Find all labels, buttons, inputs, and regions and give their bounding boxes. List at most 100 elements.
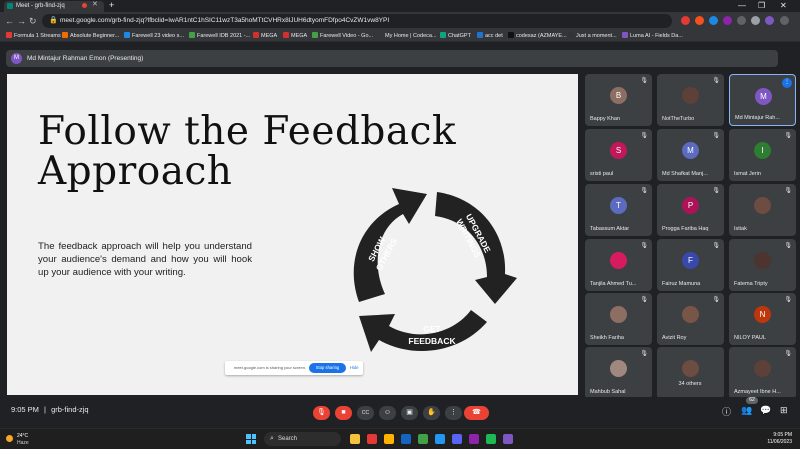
tile-options-icon[interactable]: ⋮ xyxy=(782,78,792,88)
participant-tile[interactable]: M ⋮ Md Mintajur Rah... xyxy=(729,74,796,126)
sidebar-icon[interactable] xyxy=(751,16,760,25)
taskbar-app-icon[interactable] xyxy=(452,434,462,444)
url-text[interactable]: meet.google.com/grb-find-zjq?lfbclid=IwA… xyxy=(60,14,660,28)
people-icon[interactable]: 👥 xyxy=(741,405,752,416)
participant-tile[interactable]: M 🎙 Md Shafkat Manj... xyxy=(657,129,724,181)
bookmark-item[interactable]: MEGA xyxy=(253,30,277,42)
participant-tile[interactable]: 🎙 Avizit Roy xyxy=(657,293,724,345)
windows-start-icon[interactable] xyxy=(246,434,256,444)
bookmark-item[interactable]: MEGA xyxy=(283,30,307,42)
participant-tile[interactable]: 🎙 NotTheTurbo xyxy=(657,74,724,126)
extensions-puzzle-icon[interactable] xyxy=(737,16,746,25)
mic-muted-icon: 🎙 xyxy=(640,133,648,139)
participant-tile[interactable]: 🎙 Mahbub Sahal xyxy=(585,347,652,399)
bookmark-item[interactable]: Farewell IDB 2021 -... xyxy=(189,30,250,42)
participant-name: Progga Fariba Haq xyxy=(662,226,709,232)
taskbar-app-icon[interactable] xyxy=(384,434,394,444)
system-clock[interactable]: 9:05 PM 11/06/2023 xyxy=(767,432,792,446)
participant-tile[interactable]: P 🎙 Progga Fariba Haq xyxy=(657,184,724,236)
participant-avatar: S xyxy=(610,142,627,159)
minimize-button[interactable]: — xyxy=(738,0,746,11)
mic-muted-icon: 🎙 xyxy=(640,78,648,84)
extension-icon[interactable] xyxy=(681,16,690,25)
browser-menu-icon[interactable] xyxy=(780,16,789,25)
meet-favicon-icon xyxy=(7,3,13,9)
mic-toggle-button[interactable]: 🎙 xyxy=(313,406,330,420)
participant-name: Tanjila Ahmed Tu... xyxy=(590,281,637,287)
browser-tab[interactable]: Meet - grb-find-zjq xyxy=(4,1,104,12)
maximize-button[interactable]: ❐ xyxy=(758,0,765,11)
taskbar-search[interactable]: ⌕ Search xyxy=(264,432,341,446)
forward-button[interactable]: → xyxy=(17,14,26,28)
chat-icon[interactable]: 💬 xyxy=(760,405,771,416)
captions-button[interactable]: CC xyxy=(357,406,374,420)
participant-avatar xyxy=(682,360,699,377)
raise-hand-button[interactable]: ✋ xyxy=(423,406,440,420)
address-bar[interactable]: 🔒 meet.google.com/grb-find-zjq?lfbclid=I… xyxy=(42,14,672,28)
taskbar-app-icon[interactable] xyxy=(350,434,360,444)
new-tab-button[interactable]: + xyxy=(109,0,114,11)
mic-muted-icon: 🎙 xyxy=(712,243,720,249)
present-now-button[interactable]: ▣ xyxy=(401,406,418,420)
taskbar-app-icon[interactable] xyxy=(418,434,428,444)
bookmark-item[interactable]: Farewell 23 video s... xyxy=(124,30,184,42)
taskbar-app-icon[interactable] xyxy=(401,434,411,444)
bookmark-item[interactable]: ChatGPT xyxy=(440,30,471,42)
mic-muted-icon: 🎙 xyxy=(640,188,648,194)
participant-tile[interactable]: 🎙 Tanjila Ahmed Tu... xyxy=(585,239,652,291)
extension-icon[interactable] xyxy=(709,16,718,25)
participant-avatar xyxy=(682,87,699,104)
bookmark-item[interactable]: Just a moment... xyxy=(568,30,617,42)
taskbar-app-icon[interactable] xyxy=(435,434,445,444)
bookmark-favicon-icon xyxy=(508,32,514,38)
sun-icon xyxy=(6,435,13,442)
participant-tile[interactable]: S 🎙 sristi paul xyxy=(585,129,652,181)
participant-tile[interactable]: 🎙 Istiak xyxy=(729,184,796,236)
participant-avatar: M xyxy=(755,88,772,105)
bookmark-item[interactable]: Formula 1 Streams xyxy=(6,30,61,42)
mic-muted-icon: 🎙 xyxy=(784,351,792,357)
participant-tile[interactable]: N 🎙 NILOY PAUL xyxy=(729,293,796,345)
back-button[interactable]: ← xyxy=(5,14,14,28)
profile-avatar[interactable] xyxy=(765,16,774,25)
participant-tile[interactable]: F 🎙 Fairuz Mamuna xyxy=(657,239,724,291)
browser-tab-strip: Meet - grb-find-zjq ✕ + — ❐ ✕ xyxy=(0,0,800,12)
participant-tile[interactable]: 🎙 Fatema Tripty xyxy=(729,239,796,291)
extension-icon[interactable] xyxy=(695,16,704,25)
bookmark-item[interactable]: My Home | Codeca... xyxy=(385,30,437,42)
stop-sharing-button[interactable]: Stop sharing xyxy=(309,363,346,373)
taskbar-app-icon[interactable] xyxy=(503,434,513,444)
window-close-button[interactable]: ✕ xyxy=(780,0,787,11)
leave-call-button[interactable]: ☎ xyxy=(464,406,489,420)
tab-close-icon[interactable]: ✕ xyxy=(92,0,98,8)
participant-tile[interactable]: T 🎙 Tabassum Aktar xyxy=(585,184,652,236)
participant-tile[interactable]: I 🎙 Ismat Jerin xyxy=(729,129,796,181)
bookmark-item[interactable]: acc det xyxy=(477,30,503,42)
camera-toggle-button[interactable]: ■ xyxy=(335,406,352,420)
more-options-button[interactable]: ⋮ xyxy=(445,406,462,420)
activities-icon[interactable]: ⊞ xyxy=(780,405,788,416)
reload-button[interactable]: ↻ xyxy=(29,14,37,28)
bookmark-favicon-icon xyxy=(622,32,628,38)
taskbar-app-icon[interactable] xyxy=(486,434,496,444)
emoji-reaction-button[interactable]: ☺ xyxy=(379,406,396,420)
participant-tile[interactable]: B 🎙 Bappy Khan xyxy=(585,74,652,126)
taskbar-app-icon[interactable] xyxy=(469,434,479,444)
extension-icon[interactable] xyxy=(723,16,732,25)
bookmark-item[interactable]: Luma AI - Fields Da... xyxy=(622,30,683,42)
hide-button[interactable]: Hide xyxy=(350,361,359,375)
bookmark-item[interactable]: Farewell Video - Go... xyxy=(312,30,373,42)
bookmark-item[interactable]: codesaz (AZMAYE... xyxy=(508,30,567,42)
participant-tile[interactable]: 🎙 Azmayeet Ibne H... xyxy=(729,347,796,399)
taskbar-app-icon[interactable] xyxy=(367,434,377,444)
meeting-info-icon[interactable]: ⓘ xyxy=(722,405,731,418)
mic-muted-icon: 🎙 xyxy=(784,133,792,139)
weather-condition: Haze xyxy=(17,440,29,446)
participant-tile[interactable]: 34 others xyxy=(657,347,724,399)
participant-name: Md Mintajur Rah... xyxy=(735,115,780,121)
participant-avatar: B xyxy=(610,87,627,104)
participant-name: Bappy Khan xyxy=(590,116,620,122)
mic-muted-icon: 🎙 xyxy=(640,297,648,303)
bookmark-item[interactable]: Absolute Beginner... xyxy=(62,30,119,42)
participant-tile[interactable]: 🎙 Sheikh Fariha xyxy=(585,293,652,345)
